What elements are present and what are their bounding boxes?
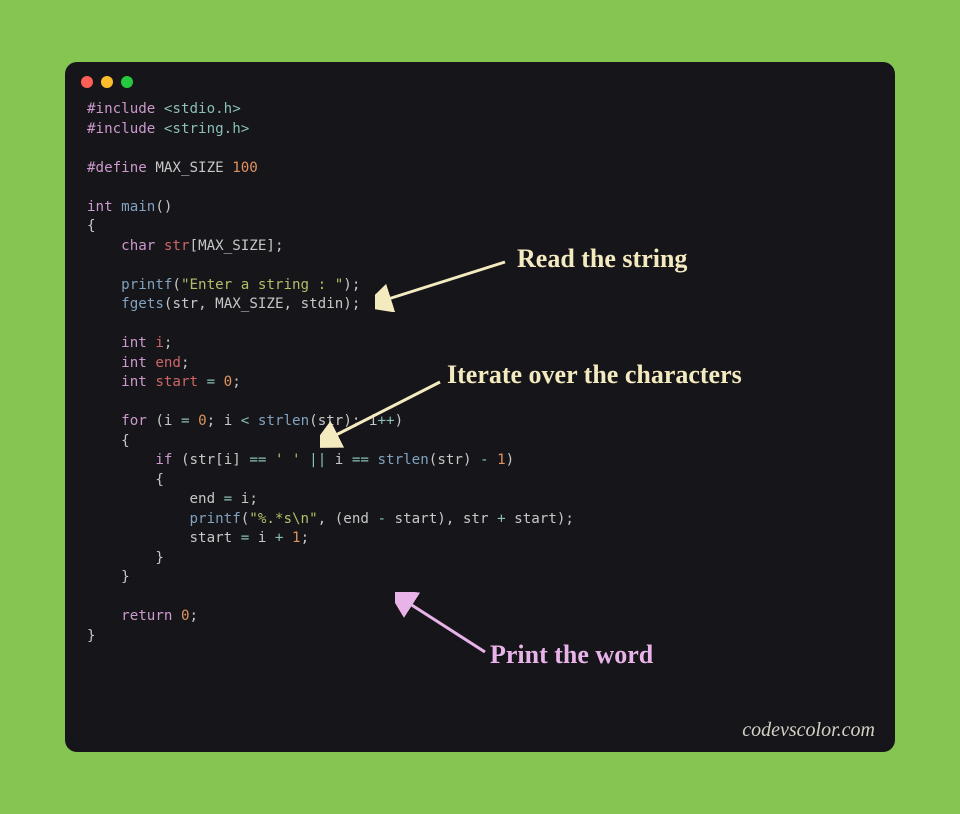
code-window: #include <stdio.h> #include <string.h> #… — [65, 62, 895, 752]
window-controls — [65, 62, 895, 96]
watermark: codevscolor.com — [742, 719, 875, 742]
maximize-icon[interactable] — [121, 76, 133, 88]
code-block: #include <stdio.h> #include <string.h> #… — [65, 96, 895, 646]
minimize-icon[interactable] — [101, 76, 113, 88]
close-icon[interactable] — [81, 76, 93, 88]
